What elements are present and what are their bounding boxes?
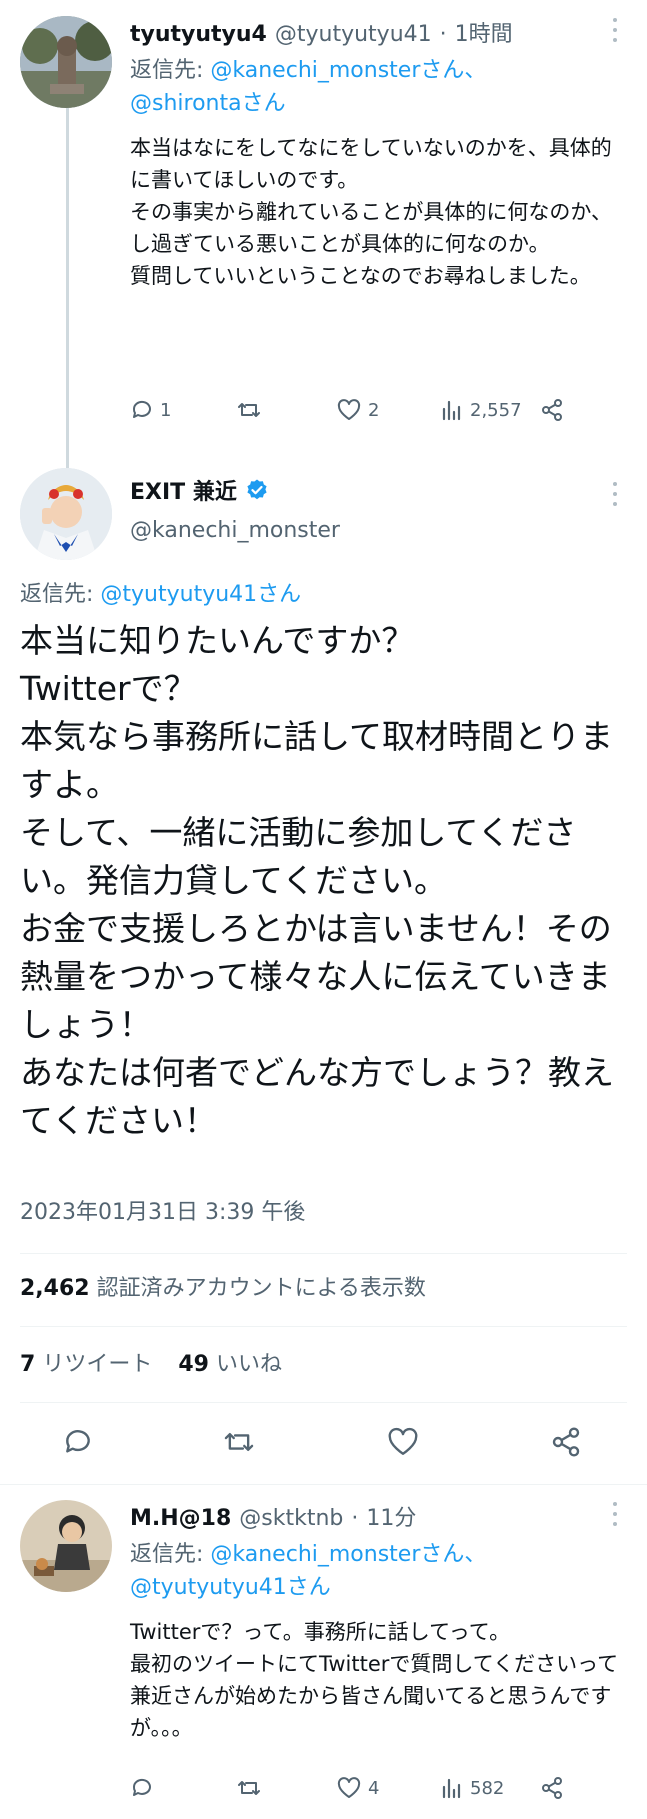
tweet-header: M.H@18 @sktktnb · 11分 bbox=[130, 1500, 416, 1532]
retweet-icon bbox=[236, 1776, 262, 1800]
divider bbox=[20, 1253, 627, 1254]
reply-icon[interactable] bbox=[62, 1426, 94, 1458]
tweet-header: tyutyutyu4 @tyutyutyu41 · 1時間 bbox=[130, 16, 513, 48]
retweet-button[interactable] bbox=[236, 1776, 268, 1800]
reply-mention[interactable]: @tyutyutyu41さん bbox=[100, 582, 301, 607]
views-stat[interactable]: 2,462 認証済みアカウントによる表示数 bbox=[20, 1270, 426, 1302]
views-number: 2,462 bbox=[20, 1276, 90, 1301]
author-handle[interactable]: @kanechi_monster bbox=[130, 518, 340, 543]
share-icon bbox=[540, 398, 564, 422]
retweets-number: 7 bbox=[20, 1352, 36, 1377]
share-button[interactable] bbox=[540, 1776, 564, 1800]
heart-icon bbox=[336, 1776, 362, 1800]
avatar[interactable] bbox=[20, 1500, 112, 1592]
share-icon bbox=[540, 1776, 564, 1800]
views-button[interactable]: 2,557 bbox=[440, 398, 522, 422]
engagement-stats: 7 リツイート 49 いいね bbox=[20, 1346, 282, 1378]
avatar[interactable] bbox=[20, 16, 112, 108]
separator: · bbox=[351, 1506, 359, 1531]
author-name[interactable]: tyutyutyu4 bbox=[130, 22, 267, 47]
author-handle[interactable]: @sktktnb bbox=[239, 1506, 343, 1531]
divider bbox=[0, 1484, 647, 1485]
reply-button[interactable] bbox=[130, 1776, 160, 1800]
reply-button[interactable]: 1 bbox=[130, 398, 171, 422]
tweet-text: 本当はなにをしてなにをしていないのかを、具体的に書いてほしいのです。 その事実か… bbox=[130, 136, 612, 288]
likes-stat[interactable]: 49 いいね bbox=[178, 1346, 282, 1378]
divider bbox=[20, 1326, 627, 1327]
reply-count: 1 bbox=[160, 399, 172, 421]
share-button[interactable] bbox=[540, 398, 564, 422]
tweet-timestamp[interactable]: 2023年01月31日 3:39 午後 bbox=[20, 1194, 305, 1226]
thread-connector bbox=[66, 108, 69, 468]
more-options-icon[interactable] bbox=[612, 1502, 618, 1526]
like-count: 4 bbox=[368, 1777, 380, 1799]
separator: · bbox=[439, 22, 447, 47]
reply-prefix: 返信先: bbox=[20, 582, 101, 607]
more-options-icon[interactable] bbox=[612, 18, 618, 42]
reply-context: 返信先: @kanechi_monsterさん、 @tyutyutyu41さん bbox=[130, 1538, 620, 1604]
reply-prefix: 返信先: bbox=[130, 1542, 211, 1567]
tweet-text: Twitterで？って。事務所に話してって。 最初のツイートにてTwitterで… bbox=[130, 1620, 619, 1740]
views-count: 2,557 bbox=[470, 399, 522, 421]
divider bbox=[20, 1402, 627, 1403]
main-tweet-actions bbox=[0, 1420, 647, 1470]
views-count: 582 bbox=[470, 1777, 505, 1799]
author-name[interactable]: EXIT 兼近 bbox=[130, 474, 237, 506]
author-name[interactable]: M.H@18 bbox=[130, 1506, 231, 1531]
views-icon bbox=[440, 1776, 464, 1800]
reply-icon bbox=[130, 398, 154, 422]
retweet-icon bbox=[236, 398, 262, 422]
views-label: 認証済みアカウントによる表示数 bbox=[96, 1276, 426, 1301]
reply-mention[interactable]: @kanechi_monsterさん、 bbox=[210, 58, 486, 83]
reply-context: 返信先: @kanechi_monsterさん、 @shirontaさん bbox=[130, 54, 620, 120]
author-handle[interactable]: @tyutyutyu41 bbox=[275, 22, 432, 47]
likes-number: 49 bbox=[178, 1352, 209, 1377]
avatar[interactable] bbox=[20, 468, 112, 560]
reply-context: 返信先: @tyutyutyu41さん bbox=[20, 578, 301, 611]
main-tweet-text: 本当に知りたいんですか？ Twitterで？ 本気なら事務所に話して取材時間とり… bbox=[20, 621, 614, 1140]
reply-mention[interactable]: @kanechi_monsterさん、 bbox=[210, 1542, 486, 1567]
retweets-label: リツイート bbox=[42, 1352, 153, 1377]
retweets-stat[interactable]: 7 リツイート bbox=[20, 1346, 152, 1378]
reply-icon bbox=[130, 1776, 154, 1800]
timestamp[interactable]: 11分 bbox=[366, 1500, 416, 1532]
retweet-icon[interactable] bbox=[222, 1426, 256, 1458]
timestamp[interactable]: 1時間 bbox=[455, 16, 513, 48]
retweet-button[interactable] bbox=[236, 398, 268, 422]
share-icon[interactable] bbox=[550, 1426, 582, 1458]
likes-label: いいね bbox=[215, 1352, 282, 1377]
more-options-icon[interactable] bbox=[612, 482, 618, 506]
like-button[interactable]: 4 bbox=[336, 1776, 379, 1800]
like-button[interactable]: 2 bbox=[336, 398, 379, 422]
heart-icon[interactable] bbox=[386, 1426, 420, 1458]
main-tweet-header: EXIT 兼近 bbox=[130, 474, 269, 506]
views-icon bbox=[440, 398, 464, 422]
like-count: 2 bbox=[368, 399, 380, 421]
verified-badge-icon bbox=[245, 478, 269, 502]
reply-prefix: 返信先: bbox=[130, 58, 211, 83]
views-button[interactable]: 582 bbox=[440, 1776, 504, 1800]
heart-icon bbox=[336, 398, 362, 422]
reply-mention[interactable]: @shirontaさん bbox=[130, 91, 286, 116]
reply-mention[interactable]: @tyutyutyu41さん bbox=[130, 1575, 331, 1600]
